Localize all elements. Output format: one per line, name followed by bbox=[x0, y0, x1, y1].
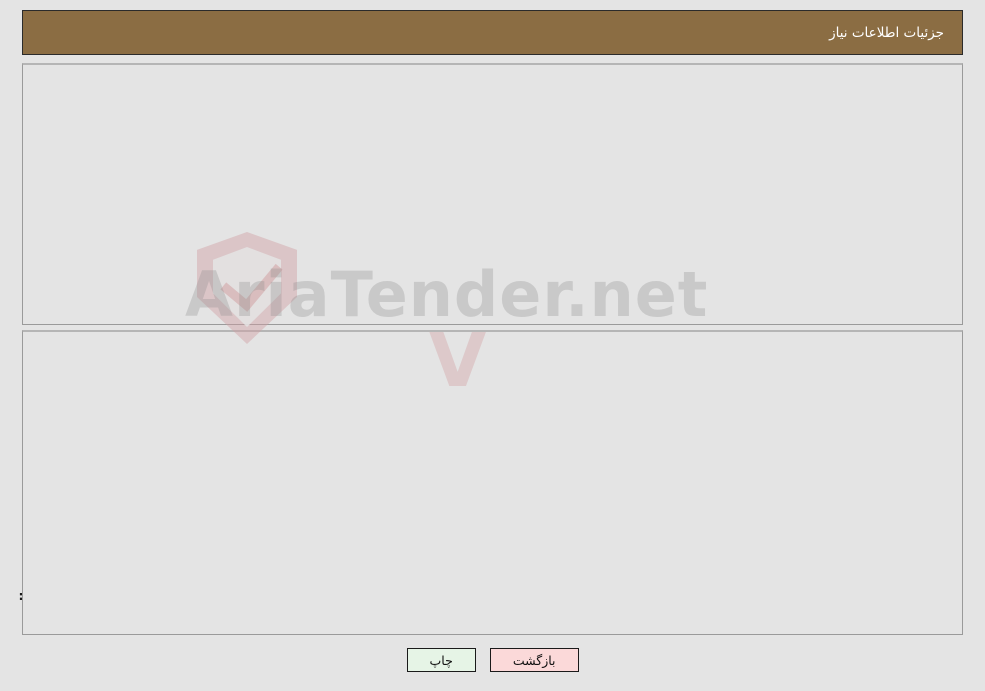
page-title: جزئیات اطلاعات نیاز bbox=[829, 24, 944, 41]
service-details-panel bbox=[22, 330, 963, 635]
action-button-row: بازگشت چاپ bbox=[0, 648, 985, 672]
page-title-bar: جزئیات اطلاعات نیاز bbox=[22, 10, 963, 55]
page-root: جزئیات اطلاعات نیاز شماره نیاز: 11020977… bbox=[0, 0, 985, 691]
back-button[interactable]: بازگشت bbox=[489, 648, 579, 672]
print-button[interactable]: چاپ bbox=[406, 648, 476, 672]
need-info-panel bbox=[22, 63, 963, 325]
